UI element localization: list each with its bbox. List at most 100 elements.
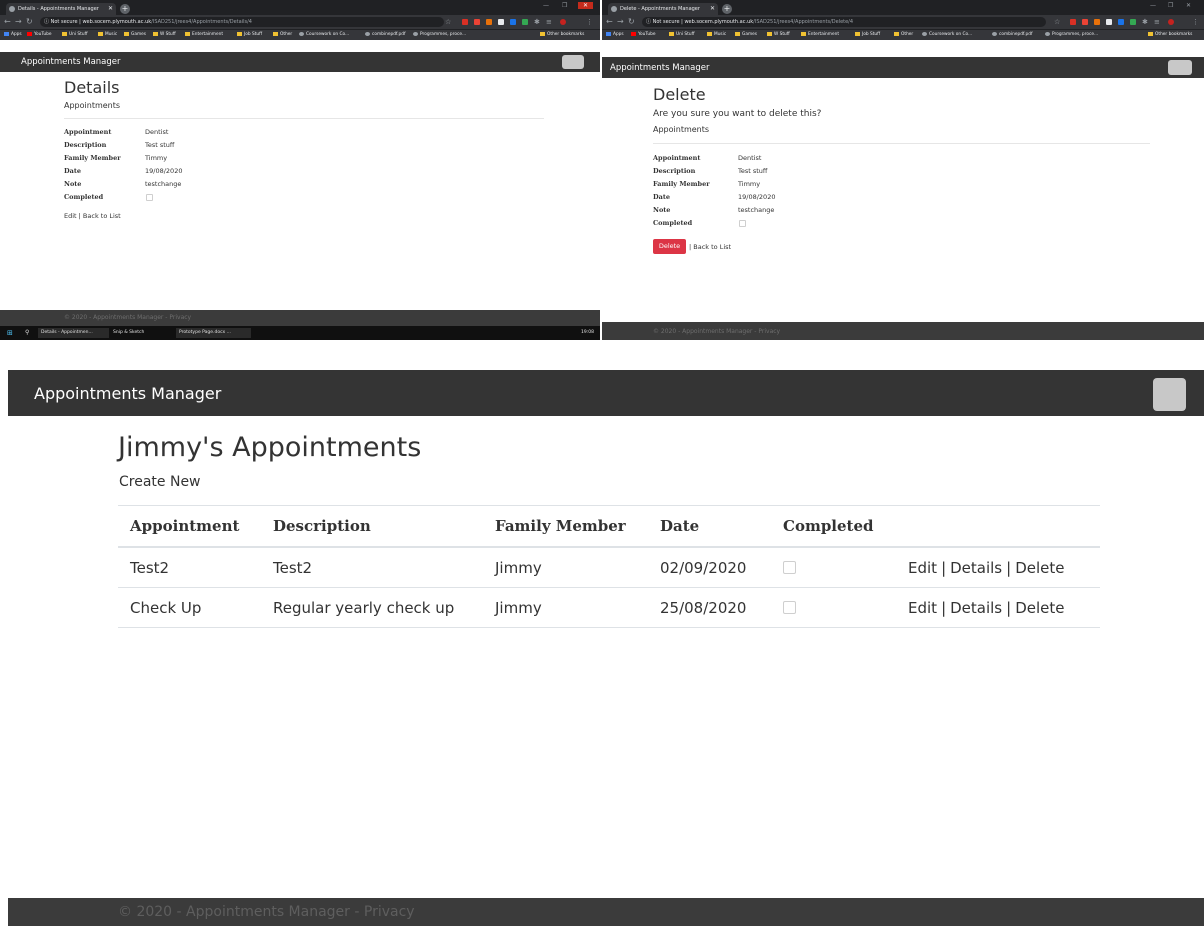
bookmark-coursework[interactable]: Coursework on Co...: [922, 31, 972, 39]
extension-icon[interactable]: [498, 19, 504, 25]
extension-icon[interactable]: [510, 19, 516, 25]
edit-link[interactable]: Edit: [64, 212, 77, 220]
windows-start-icon[interactable]: ⊞: [4, 328, 13, 338]
bookmark-label: Apps: [11, 32, 22, 37]
bookmark-combinepdf[interactable]: combinepdf.pdf: [365, 31, 405, 39]
window-close-icon[interactable]: ✕: [1186, 2, 1191, 9]
maximize-icon[interactable]: ❐: [562, 2, 567, 9]
forward-arrow-icon[interactable]: →: [15, 17, 22, 27]
minimize-icon[interactable]: —: [543, 2, 549, 9]
reading-list-icon[interactable]: ≡: [546, 17, 552, 27]
page-title: Details: [64, 78, 120, 97]
extension-icon[interactable]: [1106, 19, 1112, 25]
bookmark-games[interactable]: Games: [124, 31, 146, 39]
menu-kebab-icon[interactable]: ⋮: [586, 17, 593, 27]
extension-icon[interactable]: [1082, 19, 1088, 25]
address-bar[interactable]: ⓘ Not secure | web.socem.plymouth.ac.uk/…: [40, 17, 444, 27]
bookmark-games[interactable]: Games: [735, 31, 757, 39]
extension-icon[interactable]: [1070, 19, 1076, 25]
extension-icon[interactable]: [1118, 19, 1124, 25]
menu-kebab-icon[interactable]: ⋮: [1192, 17, 1199, 27]
cell-description: Regular yearly check up: [261, 587, 483, 628]
new-tab-button[interactable]: +: [120, 4, 130, 14]
puzzle-icon[interactable]: ✱: [534, 17, 540, 27]
navbar-brand[interactable]: Appointments Manager: [34, 384, 221, 403]
delete-link[interactable]: Delete: [1015, 559, 1064, 577]
bookmark-label: Games: [131, 32, 147, 37]
field-label: Description: [64, 141, 107, 149]
new-tab-button[interactable]: +: [722, 4, 732, 14]
reload-icon[interactable]: ↻: [628, 17, 635, 27]
avatar[interactable]: [560, 19, 566, 25]
bookmark-uni-stuff[interactable]: Uni Stuff: [62, 31, 88, 39]
taskbar-item[interactable]: Details - Appointmen...: [38, 328, 109, 338]
close-tab-icon[interactable]: ✕: [108, 3, 113, 15]
navbar-brand[interactable]: Appointments Manager: [610, 63, 710, 73]
taskbar-item[interactable]: Prototype Page.docx ...: [176, 328, 251, 338]
delete-button[interactable]: Delete: [653, 239, 686, 254]
extension-icon[interactable]: [462, 19, 468, 25]
star-icon[interactable]: ☆: [1054, 17, 1060, 27]
bookmark-label: Uni Stuff: [676, 32, 695, 37]
bookmark-entertainment[interactable]: Entertainment: [801, 31, 839, 39]
bookmark-other[interactable]: Other: [273, 31, 292, 39]
back-arrow-icon[interactable]: ←: [606, 17, 613, 27]
bookmark-coursework[interactable]: Coursework on Co...: [299, 31, 349, 39]
navbar-toggler-button[interactable]: [562, 55, 584, 69]
forward-arrow-icon[interactable]: →: [617, 17, 624, 27]
bookmark-programmes[interactable]: Programmes, proce...: [1045, 31, 1098, 39]
extension-icon[interactable]: [1094, 19, 1100, 25]
bookmark-combinepdf[interactable]: combinepdf.pdf: [992, 31, 1032, 39]
completed-checkbox: [146, 194, 153, 201]
bookmark-other[interactable]: Other: [894, 31, 913, 39]
back-to-list-link[interactable]: Back to List: [693, 243, 731, 251]
bookmark-music[interactable]: Music: [707, 31, 726, 39]
bookmark-other-bookmarks[interactable]: Other bookmarks: [1148, 31, 1192, 39]
bookmark-programmes[interactable]: Programmes, proce...: [413, 31, 466, 39]
star-icon[interactable]: ☆: [445, 17, 451, 27]
navbar-toggler-button[interactable]: [1168, 60, 1192, 75]
search-icon[interactable]: ⚲: [22, 328, 29, 338]
details-link[interactable]: Details: [950, 559, 1002, 577]
browser-tab[interactable]: Details - Appointments Manager ✕: [6, 3, 116, 15]
extension-icon[interactable]: [474, 19, 480, 25]
address-bar[interactable]: ⓘ Not secure | web.socem.plymouth.ac.uk/…: [642, 17, 1046, 27]
bookmark-w-stuff[interactable]: W Stuff: [767, 31, 790, 39]
bookmark-music[interactable]: Music: [98, 31, 117, 39]
url-host: web.socem.plymouth.ac.uk: [82, 19, 152, 25]
extension-icon[interactable]: [1130, 19, 1136, 25]
bookmark-job-stuff[interactable]: Job Stuff: [237, 31, 262, 39]
maximize-icon[interactable]: ❐: [1168, 2, 1173, 9]
bookmark-uni-stuff[interactable]: Uni Stuff: [669, 31, 695, 39]
create-new-link[interactable]: Create New: [119, 474, 201, 490]
navbar-brand[interactable]: Appointments Manager: [21, 57, 121, 67]
close-tab-icon[interactable]: ✕: [710, 3, 715, 15]
back-arrow-icon[interactable]: ←: [4, 17, 11, 27]
avatar[interactable]: [1168, 19, 1174, 25]
reload-icon[interactable]: ↻: [26, 17, 33, 27]
extension-icon[interactable]: [522, 19, 528, 25]
window-close-icon[interactable]: ✕: [578, 2, 594, 9]
minimize-icon[interactable]: —: [1150, 2, 1156, 9]
reading-list-icon[interactable]: ≡: [1154, 17, 1160, 27]
edit-link[interactable]: Edit: [908, 599, 937, 617]
puzzle-icon[interactable]: ✱: [1142, 17, 1148, 27]
back-to-list-link[interactable]: Back to List: [83, 212, 121, 220]
delete-link[interactable]: Delete: [1015, 599, 1064, 617]
edit-link[interactable]: Edit: [908, 559, 937, 577]
bookmark-youtube[interactable]: YouTube: [27, 31, 51, 39]
tab-title: Details - Appointments Manager: [18, 6, 99, 12]
browser-tab[interactable]: Delete - Appointments Manager ✕: [608, 3, 718, 15]
bookmark-youtube[interactable]: YouTube: [631, 31, 655, 39]
bookmark-entertainment[interactable]: Entertainment: [185, 31, 223, 39]
bookmark-job-stuff[interactable]: Job Stuff: [855, 31, 880, 39]
bookmark-other-bookmarks[interactable]: Other bookmarks: [540, 31, 584, 39]
bookmark-apps[interactable]: Apps: [606, 31, 624, 39]
bookmark-w-stuff[interactable]: W Stuff: [153, 31, 176, 39]
bookmark-label: Programmes, proce...: [1052, 32, 1099, 37]
bookmark-apps[interactable]: Apps: [4, 31, 22, 39]
navbar-toggler-button[interactable]: [1153, 378, 1186, 411]
taskbar-item[interactable]: Snip & Sketch: [110, 328, 175, 338]
details-link[interactable]: Details: [950, 599, 1002, 617]
extension-icon[interactable]: [486, 19, 492, 25]
